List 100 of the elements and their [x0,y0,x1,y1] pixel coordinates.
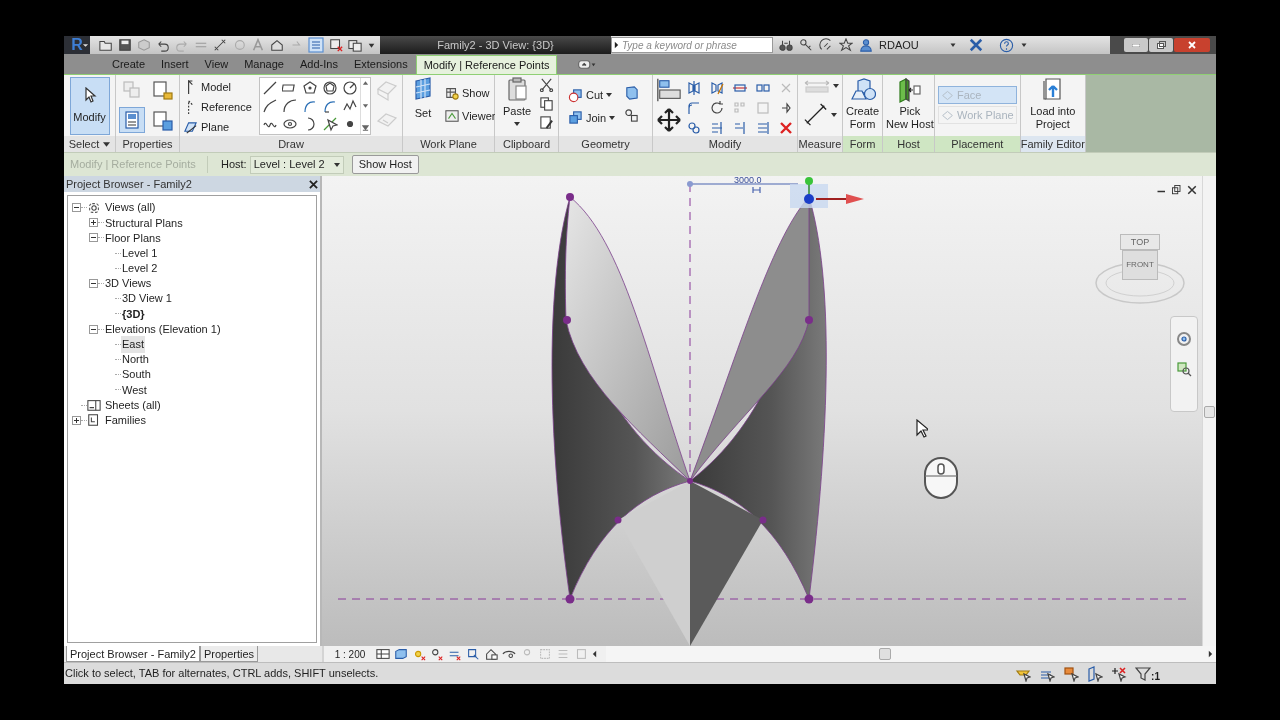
paste-button[interactable]: Paste [501,77,533,130]
wall-join-icon[interactable] [624,85,639,100]
user-icon[interactable] [859,38,873,52]
tree-item[interactable]: 3D View 1 [121,290,173,307]
draw-mode-button[interactable]: Plane [183,119,255,135]
expand-icon[interactable] [72,415,81,425]
scroll-right-icon[interactable] [1208,650,1213,658]
set-button[interactable]: Set [409,77,437,124]
ellipse-icon[interactable] [282,116,298,132]
ribbon-tab[interactable]: Extensions [345,55,416,74]
line-icon[interactable] [262,80,278,96]
panel-title[interactable]: Modify [708,135,742,153]
scrollbar-thumb[interactable] [1204,406,1215,418]
mirror-icon[interactable] [709,80,725,96]
copy-icon[interactable] [539,96,554,111]
extend-icon[interactable] [755,120,771,136]
scroll-up-icon[interactable] [362,80,369,86]
draw-mode-button[interactable]: Model [183,79,255,95]
view-cube-front-face[interactable]: FRONT [1122,250,1158,280]
face-select-icon[interactable] [1087,665,1104,682]
spline-icon[interactable] [262,98,278,114]
pinned-select-icon[interactable] [1063,665,1080,682]
scissors-icon[interactable] [539,77,554,92]
modify-button[interactable]: Modify [69,77,110,135]
save-icon[interactable] [118,38,132,52]
move-gizmo[interactable] [790,177,864,208]
properties-toggle-button[interactable] [119,107,145,133]
switch-windows-icon[interactable] [348,38,362,52]
dropdown-icon[interactable] [1020,41,1028,49]
close-icon[interactable] [1186,184,1198,196]
create-form-button[interactable]: Create Form [846,77,880,131]
filter-icon[interactable] [1135,665,1152,682]
undo-icon[interactable] [156,38,170,52]
pick-new-host-button[interactable]: Pick New Host [886,77,934,131]
delete-icon[interactable] [778,120,794,136]
copy-icon[interactable] [686,120,702,136]
panel-title[interactable]: Properties [122,135,173,153]
panel-tab[interactable]: Properties [199,646,259,662]
tree-item[interactable]: {3D} [121,305,146,323]
expand-gallery-icon[interactable] [362,125,369,132]
panel-title[interactable]: Select [68,135,100,153]
tree-item[interactable]: North [121,351,150,368]
restore-button[interactable] [1149,38,1173,52]
circle-icon[interactable] [342,80,358,96]
dropdown-icon[interactable] [949,41,957,49]
tree-item[interactable]: Level 1 [121,244,159,262]
star-icon[interactable] [839,38,853,52]
restore-icon[interactable] [1171,184,1183,196]
scrollbar-thumb[interactable] [879,648,891,660]
join-button[interactable]: Join [568,109,624,126]
host-dropdown[interactable]: Level : Level 2 [249,155,344,174]
ribbon-tab[interactable]: Create [104,55,154,74]
vertical-scrollbar[interactable] [1202,176,1216,646]
key-icon[interactable] [799,38,813,52]
tree-item[interactable]: West [121,381,148,399]
cursor-icon[interactable] [916,419,928,438]
tree-item[interactable]: Families [104,411,147,429]
move-icon[interactable] [656,107,682,133]
panel-title[interactable]: Clipboard [502,135,551,153]
surface-drawing[interactable] [551,193,827,646]
zoom-icon[interactable] [1176,361,1192,377]
viewer-button[interactable]: Viewer [445,107,496,124]
ribbon-tab[interactable]: Insert [153,55,197,74]
crop-view-icon[interactable] [466,647,480,661]
ribbon-tab[interactable]: Modify | Reference Points [415,55,558,74]
show-button[interactable]: Show [445,85,496,102]
panel-title[interactable]: Placement [951,135,1004,153]
steering-wheel-icon[interactable] [1176,331,1192,347]
close-icon[interactable] [309,179,318,189]
mirror-icon[interactable] [686,80,702,96]
arc-icon[interactable] [302,98,318,114]
tree-item[interactable]: Sheets (all) [104,396,162,414]
tree-item[interactable]: Structural Plans [104,214,184,232]
match-properties-icon[interactable] [539,115,554,130]
tree-item[interactable]: Views (all) [104,199,157,216]
detail-level-icon[interactable] [376,647,390,661]
tree-item[interactable]: South [121,366,152,383]
aligned-dimension-icon[interactable] [803,103,829,127]
shadows-icon[interactable] [430,647,444,661]
open-folder-icon[interactable] [99,38,113,52]
cut-button[interactable]: Cut [568,87,624,104]
view-cube-top-face[interactable]: TOP [1120,234,1160,250]
close-button[interactable] [1174,38,1210,52]
panel-title[interactable]: Work Plane [420,135,477,153]
lock-view-icon[interactable] [484,647,498,661]
collapse-icon[interactable] [89,279,98,289]
tree-item[interactable]: Level 2 [121,260,159,277]
dimension-value[interactable]: 3000.0 [734,176,762,185]
caret-icon[interactable] [82,42,89,48]
house-icon[interactable] [270,38,284,52]
dimension-icon[interactable] [213,38,227,52]
rotate-icon[interactable] [709,100,725,116]
panel-title[interactable]: Geometry [581,135,630,153]
mouse-icon[interactable] [923,456,959,500]
search-field[interactable]: Type a keyword or phrase [611,37,773,53]
collapse-icon[interactable] [89,324,98,334]
view-scale[interactable]: 1 : 200 [324,646,376,662]
scroll-left-icon[interactable] [592,650,597,658]
scroll-down-icon[interactable] [362,102,369,109]
split-face-icon[interactable] [624,108,639,123]
